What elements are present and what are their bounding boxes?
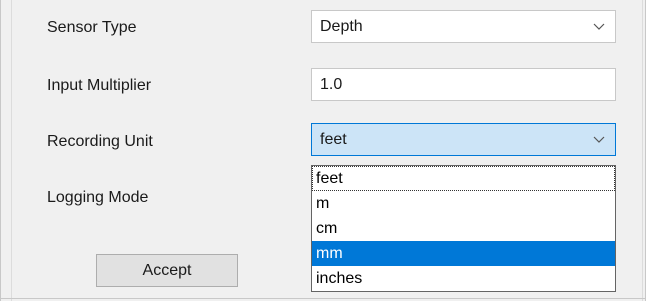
sensor-type-select[interactable]: Depth [311, 10, 616, 43]
accept-button-label: Accept [142, 261, 192, 279]
option-inches[interactable]: inches [312, 266, 615, 291]
accept-button[interactable]: Accept [96, 254, 238, 287]
settings-panel: Sensor Type Depth Input Multiplier 1.0 R… [0, 0, 646, 301]
chevron-down-icon[interactable] [591, 11, 607, 42]
recording-unit-value: feet [320, 131, 347, 148]
bottom-divider [0, 298, 646, 299]
input-multiplier-label: Input Multiplier [47, 77, 152, 94]
dialog-frame: Sensor Type Depth Input Multiplier 1.0 R… [0, 0, 649, 301]
recording-unit-select[interactable]: feet [311, 123, 616, 156]
logging-mode-label: Logging Mode [47, 189, 149, 206]
input-multiplier-value: 1.0 [320, 76, 343, 93]
recording-unit-dropdown-list: feet m cm mm inches [311, 165, 616, 292]
recording-unit-label: Recording Unit [47, 133, 153, 150]
sensor-type-value: Depth [320, 18, 363, 35]
option-m[interactable]: m [312, 191, 615, 216]
chevron-down-icon[interactable] [591, 124, 607, 155]
option-mm[interactable]: mm [312, 241, 615, 266]
option-feet[interactable]: feet [312, 166, 615, 191]
sensor-type-label: Sensor Type [47, 19, 137, 36]
option-cm[interactable]: cm [312, 216, 615, 241]
input-multiplier-field[interactable]: 1.0 [311, 68, 616, 101]
